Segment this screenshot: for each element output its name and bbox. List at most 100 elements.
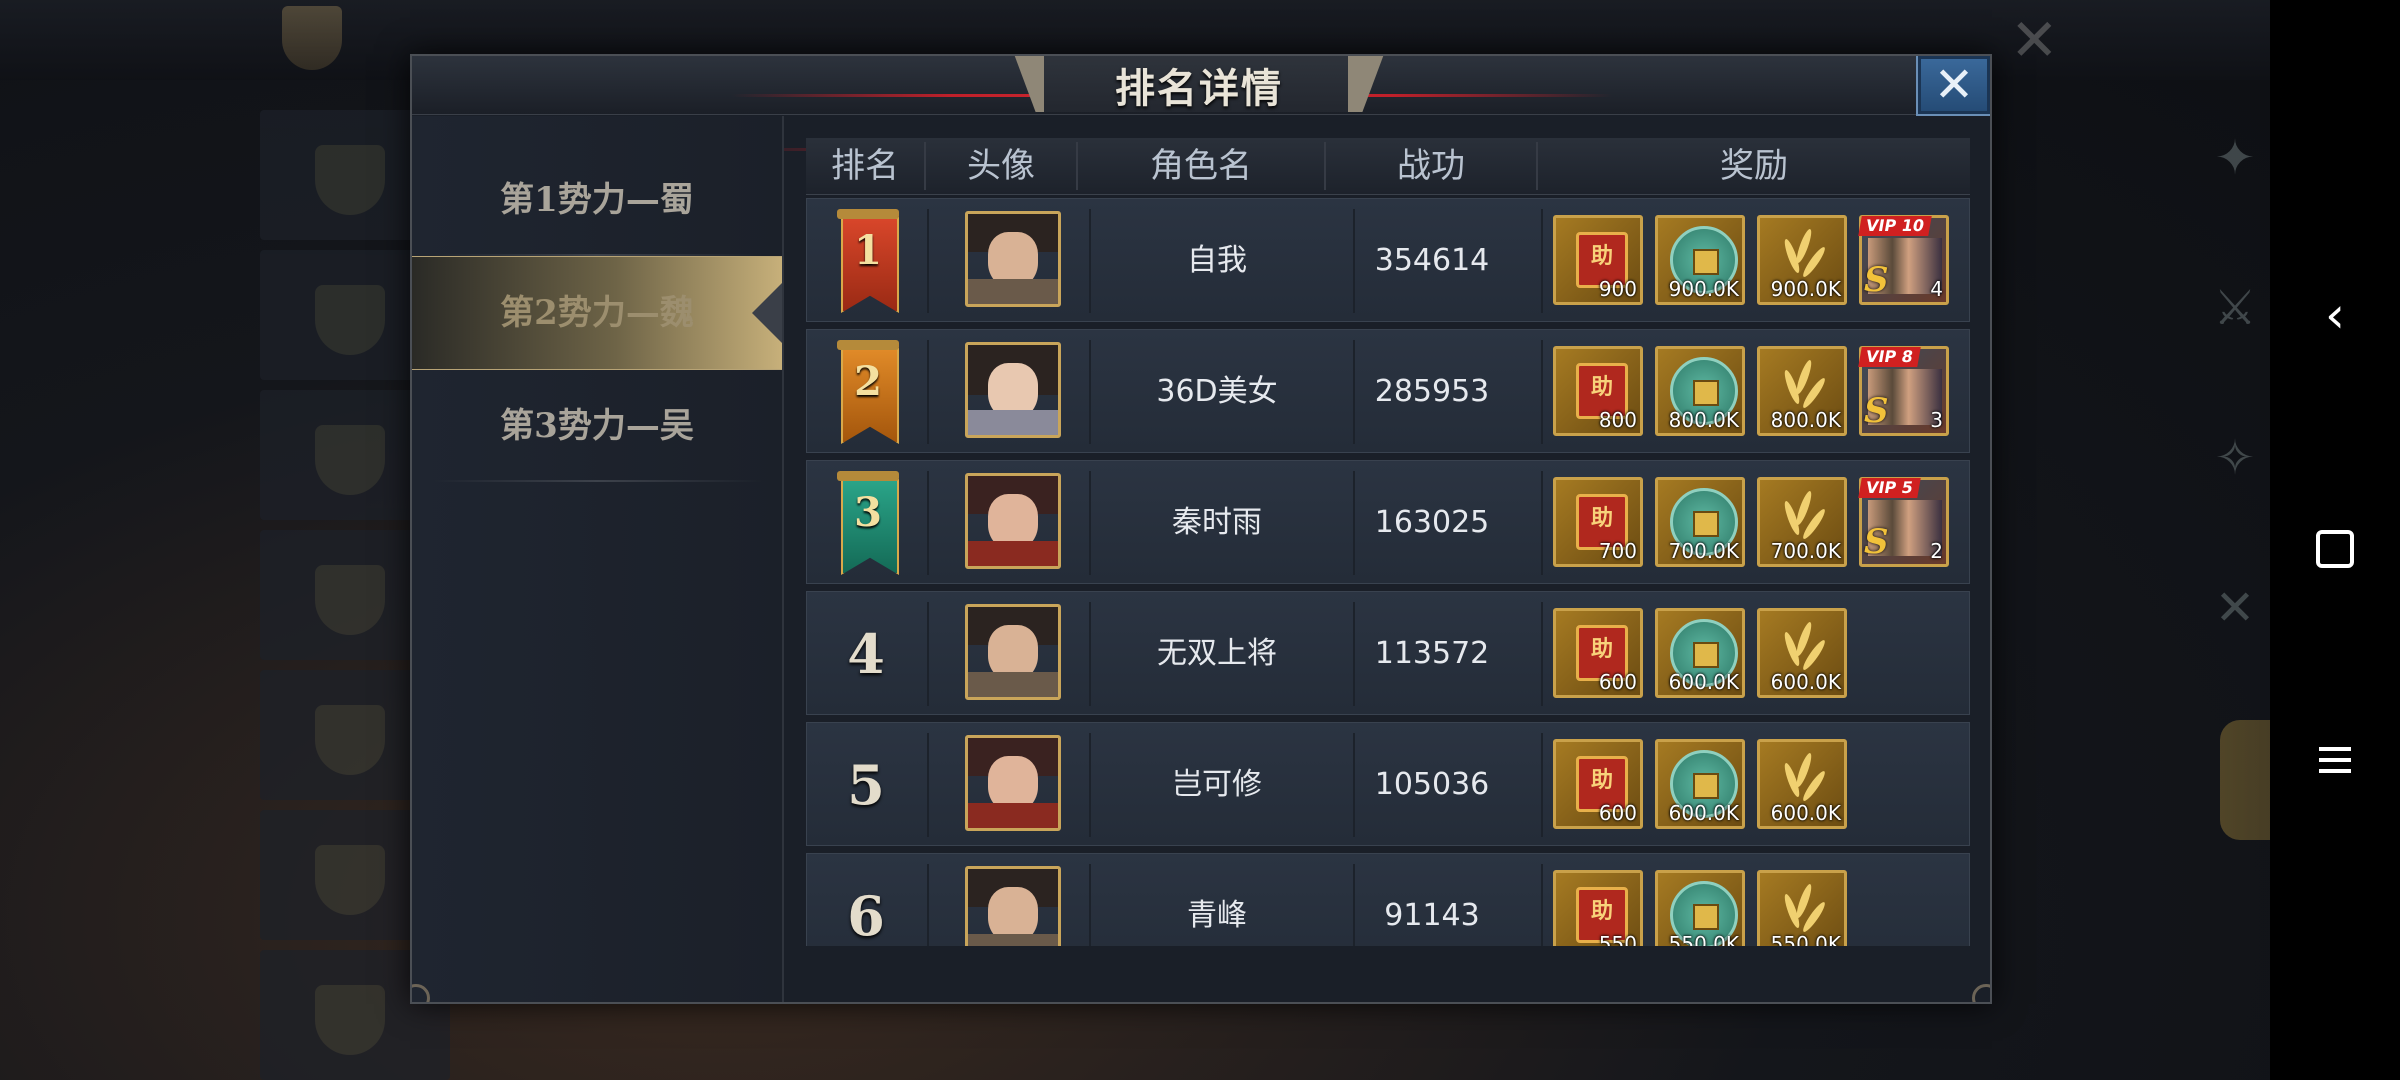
ranking-list[interactable]: 1 自我 354614 助 900 900.0K 900.0K VIP 10 S… [806,198,1970,946]
reward-count: 600.0K [1770,801,1841,825]
home-square-icon[interactable] [2270,520,2400,580]
menu-lines-icon[interactable] [2270,740,2400,800]
reward-coin-icon[interactable]: 600.0K [1655,739,1745,829]
tab-label: 第3势力—吴 [500,406,694,446]
reward-chest-icon[interactable]: 助 600 [1553,608,1643,698]
rank-number: 6 [847,884,885,946]
player-name: 青峰 [1187,898,1247,933]
reward-count: 550.0K [1770,932,1841,946]
reward-grain-icon[interactable]: 600.0K [1757,608,1847,698]
tab-faction-2[interactable]: 第2势力—魏 [412,256,782,370]
table-row[interactable]: 5 岂可修 105036 助 600 600.0K 600.0K [806,722,1970,846]
reward-count: 700 [1598,539,1637,563]
avatar[interactable] [965,735,1061,831]
reward-count: 900.0K [1668,277,1739,301]
tab-label: 第1势力—蜀 [500,180,694,220]
reward-grain-icon[interactable]: 900.0K [1757,215,1847,305]
player-power: 354614 [1374,243,1490,278]
tab-faction-1[interactable]: 第1势力—蜀 [412,144,782,256]
vip-tag: VIP 8 [1858,347,1921,367]
reward-count: 800.0K [1770,408,1841,432]
player-name: 无双上将 [1157,636,1277,671]
reward-count: 4 [1930,277,1943,301]
avatar[interactable] [965,342,1061,438]
reward-count: 600 [1598,801,1637,825]
player-name: 秦时雨 [1172,505,1262,540]
table-row[interactable]: 3 秦时雨 163025 助 700 700.0K 700.0K VIP 5 S… [806,460,1970,584]
reward-coin-icon[interactable]: 550.0K [1655,870,1745,946]
background-emblem-icon [282,6,342,70]
table-row[interactable]: 6 青峰 91143 助 550 550.0K 550.0K [806,853,1970,946]
vip-tag: VIP 5 [1858,478,1921,498]
table-header: 排名 头像 角色名 战功 奖励 [806,138,1970,195]
reward-hero-pack-icon[interactable]: VIP 8 S 3 [1858,346,1949,436]
reward-count: 800 [1598,408,1637,432]
reward-count: 800.0K [1668,408,1739,432]
reward-coin-icon[interactable]: 600.0K [1655,608,1745,698]
system-nav-bar: ‹ [2270,0,2400,1080]
corner-ornament-icon [1972,984,1990,1002]
reward-count: 900.0K [1770,277,1841,301]
reward-chest-icon[interactable]: 助 800 [1553,346,1643,436]
reward-grain-icon[interactable]: 600.0K [1757,739,1847,829]
avatar[interactable] [965,866,1061,946]
vip-tag: VIP 10 [1858,216,1932,236]
table-row[interactable]: 2 36D美女 285953 助 800 800.0K 800.0K VIP 8… [806,329,1970,453]
rank-banner-gold-icon: 1 [835,209,901,313]
header-rank: 排名 [831,146,899,186]
table-row[interactable]: 4 无双上将 113572 助 600 600.0K 600.0K [806,591,1970,715]
reward-chest-icon[interactable]: 助 700 [1553,477,1643,567]
player-power: 105036 [1374,767,1490,802]
table-row[interactable]: 1 自我 354614 助 900 900.0K 900.0K VIP 10 S… [806,198,1970,322]
reward-hero-pack-icon[interactable]: VIP 5 S 2 [1858,477,1949,567]
back-chevron-icon[interactable]: ‹ [2270,285,2400,345]
reward-count: 700.0K [1668,539,1739,563]
reward-count: 2 [1930,539,1943,563]
reward-count: 3 [1930,408,1943,432]
rank-number: 3 [854,489,882,536]
reward-count: 600 [1598,670,1637,694]
player-name: 岂可修 [1172,767,1262,802]
ranking-detail-dialog: 排名详情 ✕ 第1势力—蜀 第2势力—魏 第3势力—吴 排名 头像 角色名 战功… [410,54,1992,1004]
player-power: 163025 [1374,505,1490,540]
reward-count: 700.0K [1770,539,1841,563]
reward-count: 600.0K [1668,670,1739,694]
reward-grain-icon[interactable]: 550.0K [1757,870,1847,946]
active-tab-arrow-icon [752,283,782,343]
reward-chest-icon[interactable]: 助 550 [1553,870,1643,946]
player-power: 113572 [1374,636,1490,671]
header-name: 角色名 [1150,146,1252,186]
reward-grain-icon[interactable]: 800.0K [1757,346,1847,436]
tab-faction-3[interactable]: 第3势力—吴 [412,370,782,482]
reward-coin-icon[interactable]: 800.0K [1655,346,1745,436]
header-reward: 奖励 [1720,146,1788,186]
avatar[interactable] [965,473,1061,569]
reward-count: 600.0K [1770,670,1841,694]
reward-hero-pack-icon[interactable]: VIP 10 S 4 [1858,215,1949,305]
rank-number: 1 [854,227,882,274]
reward-count: 600.0K [1668,801,1739,825]
tab-label: 第2势力—魏 [500,293,694,333]
player-name: 自我 [1187,243,1247,278]
reward-coin-icon[interactable]: 900.0K [1655,215,1745,305]
reward-count: 900 [1598,277,1637,301]
player-name: 36D美女 [1156,374,1278,409]
avatar[interactable] [965,211,1061,307]
reward-count: 550 [1598,932,1637,946]
reward-coin-icon[interactable]: 700.0K [1655,477,1745,567]
header-power: 战功 [1397,146,1465,186]
reward-chest-icon[interactable]: 助 900 [1553,215,1643,305]
reward-grain-icon[interactable]: 700.0K [1757,477,1847,567]
dialog-title: 排名详情 [1115,65,1283,112]
close-button[interactable]: ✕ [1916,56,1990,116]
avatar[interactable] [965,604,1061,700]
player-power: 91143 [1384,898,1480,933]
reward-chest-icon[interactable]: 助 600 [1553,739,1643,829]
player-power: 285953 [1374,374,1490,409]
rank-banner-bronze-icon: 3 [835,471,901,575]
reward-count: 550.0K [1668,932,1739,946]
header-avatar: 头像 [967,146,1035,186]
faction-sidebar: 第1势力—蜀 第2势力—魏 第3势力—吴 [412,116,784,1002]
rank-number: 4 [847,622,885,686]
rank-banner-silver-icon: 2 [835,340,901,444]
